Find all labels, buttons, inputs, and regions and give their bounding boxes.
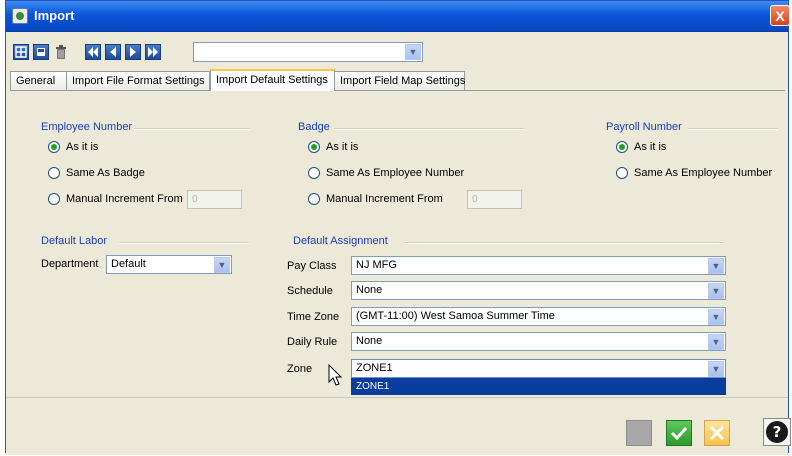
zone-option[interactable]: ZONE1 [352, 379, 725, 394]
badge-same-as-employee-number-radio[interactable]: Same As Employee Number [308, 166, 464, 180]
payroll-number-title: Payroll Number [606, 121, 682, 133]
payroll-number-same-as-employee-number-radio[interactable]: Same As Employee Number [616, 166, 772, 180]
radio-label: Manual Increment From [66, 193, 183, 205]
schedule-select[interactable]: None ▼ [351, 281, 726, 300]
divider [119, 242, 249, 244]
employee-number-same-as-badge-radio[interactable]: Same As Badge [48, 166, 145, 180]
title-bar[interactable]: Import X [6, 1, 790, 32]
chevron-down-icon[interactable]: ▼ [708, 283, 724, 299]
last-record-icon[interactable] [145, 44, 161, 60]
default-settings-panel: Employee Number As it is Same As Badge M… [10, 90, 785, 398]
radio-checked-icon [308, 141, 320, 153]
time-zone-select[interactable]: (GMT-11:00) West Samoa Summer Time ▼ [351, 307, 726, 326]
close-button[interactable]: X [770, 5, 790, 26]
radio-label: As it is [66, 141, 99, 153]
radio-icon [616, 167, 628, 179]
pay-class-value: NJ MFG [356, 259, 397, 271]
pay-class-select[interactable]: NJ MFG ▼ [351, 256, 726, 275]
default-labor-title: Default Labor [41, 235, 108, 247]
radio-label: Same As Employee Number [634, 167, 773, 179]
radio-icon [308, 193, 320, 205]
zone-label: Zone [287, 363, 313, 375]
badge-increment-input[interactable]: 0 [467, 190, 522, 209]
trash-icon[interactable] [53, 44, 69, 60]
payroll-number-as-it-is-radio[interactable]: As it is [616, 140, 666, 154]
time-zone-label: Time Zone [287, 311, 340, 323]
save-icon[interactable] [33, 44, 49, 60]
app-icon [12, 8, 28, 24]
pay-class-label: Pay Class [287, 260, 337, 272]
daily-rule-value: None [356, 335, 383, 347]
tab-import-default-settings[interactable]: Import Default Settings [210, 69, 335, 91]
badge-title: Badge [298, 121, 330, 133]
radio-label: Manual Increment From [326, 193, 443, 205]
zone-value: ZONE1 [356, 362, 393, 374]
svg-text:?: ? [773, 423, 782, 441]
x-icon [709, 425, 725, 441]
radio-label: Same As Badge [66, 167, 145, 179]
cancel-button[interactable] [704, 420, 730, 446]
radio-checked-icon [616, 141, 628, 153]
checkmark-icon [670, 426, 688, 441]
employee-number-manual-increment-radio[interactable]: Manual Increment From [48, 192, 183, 206]
record-selector[interactable]: ▼ [193, 42, 423, 62]
time-zone-value: (GMT-11:00) West Samoa Summer Time [356, 310, 555, 322]
employee-number-as-it-is-radio[interactable]: As it is [48, 140, 98, 154]
ok-button[interactable] [666, 420, 692, 446]
badge-manual-increment-radio[interactable]: Manual Increment From [308, 192, 443, 206]
daily-rule-label: Daily Rule [287, 336, 338, 348]
chevron-down-icon[interactable]: ▼ [708, 309, 724, 325]
import-dialog: Import X ▼ General Import File Format Se… [5, 0, 791, 455]
department-label: Department [41, 258, 99, 270]
disabled-action-button[interactable] [626, 420, 652, 446]
toolbar: ▼ [6, 32, 788, 64]
divider [688, 128, 778, 130]
radio-checked-icon [48, 141, 60, 153]
previous-record-icon[interactable] [105, 44, 121, 60]
first-record-icon[interactable] [85, 44, 101, 60]
radio-icon [308, 167, 320, 179]
divider [134, 128, 249, 130]
default-assignment-title: Default Assignment [293, 235, 388, 247]
chevron-down-icon[interactable]: ▼ [405, 44, 421, 60]
daily-rule-select[interactable]: None ▼ [351, 332, 726, 351]
radio-icon [48, 167, 60, 179]
zone-dropdown-list: ZONE1 [351, 378, 726, 395]
radio-label: As it is [326, 141, 359, 153]
tab-import-field-map-settings[interactable]: Import Field Map Settings [334, 71, 465, 90]
badge-as-it-is-radio[interactable]: As it is [308, 140, 358, 154]
department-select[interactable]: Default ▼ [106, 255, 232, 274]
radio-label: As it is [634, 141, 667, 153]
zone-select[interactable]: ZONE1 ▼ [351, 359, 726, 378]
radio-label: Same As Employee Number [326, 167, 465, 179]
employee-number-increment-input[interactable]: 0 [187, 190, 242, 209]
tab-import-file-format-settings[interactable]: Import File Format Settings [66, 71, 210, 90]
radio-icon [48, 193, 60, 205]
chevron-down-icon[interactable]: ▼ [708, 334, 724, 350]
divider [404, 242, 724, 244]
employee-number-title: Employee Number [41, 121, 133, 133]
chevron-down-icon[interactable]: ▼ [708, 258, 724, 274]
schedule-label: Schedule [287, 285, 333, 297]
department-value: Default [111, 258, 146, 270]
tab-general[interactable]: General [10, 71, 67, 90]
chevron-down-icon[interactable]: ▼ [708, 361, 724, 377]
window-title: Import [34, 8, 75, 23]
schedule-value: None [356, 284, 383, 296]
mouse-pointer-icon [328, 364, 342, 386]
help-icon: ? [766, 421, 788, 443]
chevron-down-icon[interactable]: ▼ [214, 257, 230, 273]
help-button[interactable]: ? [763, 418, 791, 446]
add-icon[interactable] [13, 44, 29, 60]
next-record-icon[interactable] [125, 44, 141, 60]
divider [334, 128, 524, 130]
